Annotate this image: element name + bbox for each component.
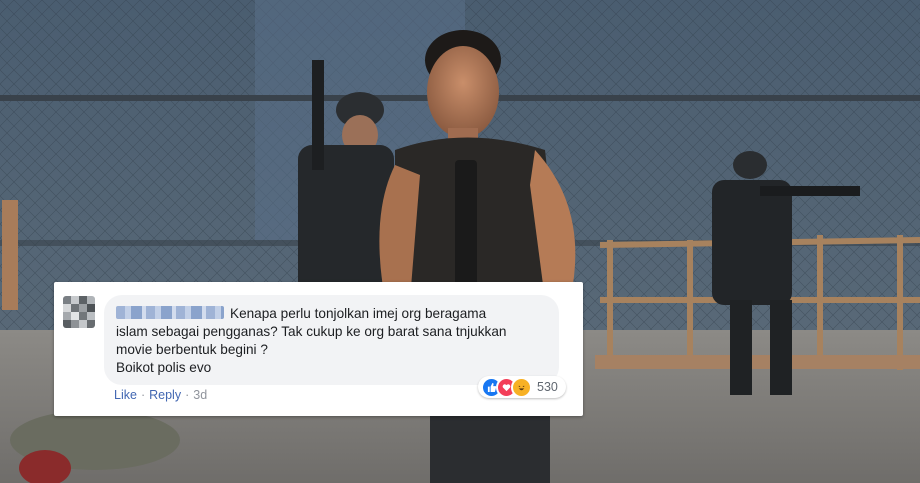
avatar[interactable] — [63, 296, 95, 328]
comment-line-4: Boikot polis evo — [116, 360, 212, 375]
separator: · — [140, 388, 146, 402]
reply-button[interactable]: Reply — [149, 388, 181, 402]
haha-icon — [511, 376, 532, 398]
comment-text: Kenapa perlu tonjolkan imej org beragama… — [116, 305, 556, 377]
reaction-count: 530 — [537, 380, 558, 394]
facebook-comment-card: Kenapa perlu tonjolkan imej org beragama… — [54, 282, 583, 416]
comment-actions: Like · Reply · 3d — [114, 388, 207, 402]
comment-line-1: Kenapa perlu tonjolkan imej org beragama — [230, 306, 487, 321]
commenter-name-blurred[interactable] — [116, 306, 224, 319]
timestamp[interactable]: 3d — [193, 388, 207, 402]
like-button[interactable]: Like — [114, 388, 137, 402]
reactions-summary[interactable]: 530 — [478, 376, 566, 398]
comment-line-2: islam sebagai pengganas? Tak cukup ke or… — [116, 324, 507, 339]
separator: · — [185, 388, 190, 402]
comment-bubble: Kenapa perlu tonjolkan imej org beragama… — [104, 295, 559, 385]
comment-line-3: movie berbentuk begini ? — [116, 342, 268, 357]
